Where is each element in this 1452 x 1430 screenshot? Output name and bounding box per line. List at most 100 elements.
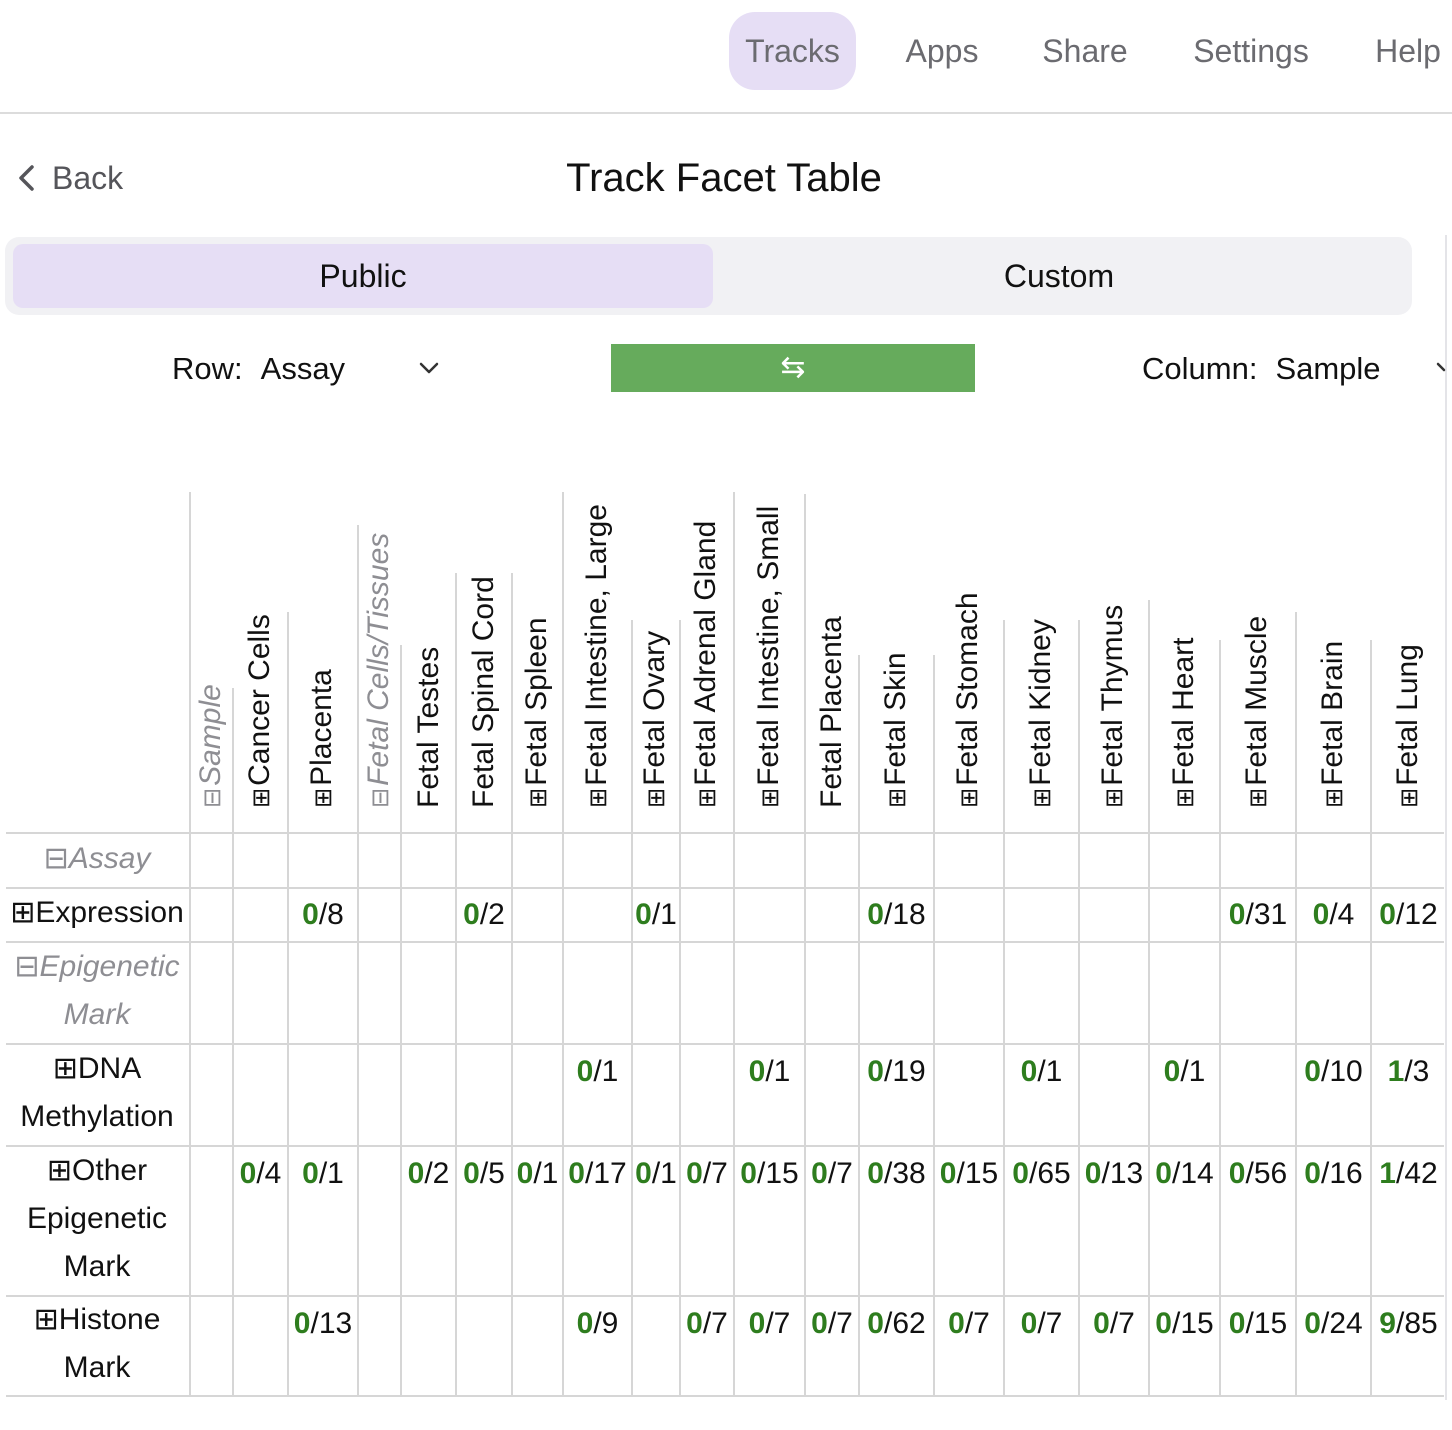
facet-count-cell[interactable]: 0/4 — [233, 1150, 288, 1198]
facet-count-cell[interactable]: 0/13 — [1079, 1150, 1149, 1198]
expand-icon[interactable]: ⊞ — [1166, 788, 1206, 808]
collapse-icon[interactable]: ⊟ — [361, 788, 401, 808]
back-button[interactable]: Back — [16, 150, 123, 206]
chevron-down-icon[interactable] — [418, 344, 440, 394]
facet-count-cell[interactable]: 0/7 — [805, 1300, 859, 1348]
facet-count-cell[interactable]: 0/19 — [859, 1048, 934, 1096]
row-header[interactable]: ⊞Expression — [6, 888, 188, 942]
row-header[interactable]: ⊞Histone Mark — [6, 1296, 188, 1396]
expand-icon[interactable]: ⊞ — [579, 788, 619, 808]
facet-count-cell[interactable]: 0/65 — [1004, 1150, 1079, 1198]
column-header[interactable]: ⊞Fetal Thymus — [1094, 440, 1134, 820]
expand-icon[interactable]: ⊞ — [519, 788, 559, 808]
chevron-down-icon[interactable] — [1436, 344, 1446, 394]
facet-count-cell[interactable]: 0/1 — [563, 1048, 632, 1096]
facet-count-cell[interactable]: 0/1 — [1149, 1048, 1220, 1096]
column-header[interactable]: ⊞Fetal Intestine, Small — [750, 440, 790, 820]
facet-count-cell[interactable]: 0/7 — [1004, 1300, 1079, 1348]
facet-count-cell[interactable]: 0/7 — [805, 1150, 859, 1198]
facet-count-cell[interactable]: 0/7 — [734, 1300, 805, 1348]
facet-count-cell[interactable]: 0/7 — [680, 1150, 734, 1198]
facet-count-cell[interactable]: 0/56 — [1220, 1150, 1296, 1198]
collapse-icon[interactable]: ⊟ — [193, 788, 233, 808]
expand-icon[interactable]: ⊞ — [688, 788, 728, 808]
facet-count-cell[interactable]: 0/8 — [288, 891, 358, 939]
facet-count-cell[interactable]: 0/15 — [934, 1150, 1004, 1198]
segment-custom[interactable]: Custom — [713, 244, 1405, 308]
column-header[interactable]: ⊞Fetal Ovary — [636, 440, 676, 820]
facet-count-cell[interactable]: 0/31 — [1220, 891, 1296, 939]
column-header[interactable]: ⊞Cancer Cells — [241, 440, 281, 820]
column-header[interactable]: Fetal Placenta — [812, 440, 852, 820]
column-header[interactable]: ⊞Fetal Lung — [1389, 440, 1429, 820]
facet-count-cell[interactable]: 0/1 — [288, 1150, 358, 1198]
column-header[interactable]: ⊞Fetal Heart — [1165, 440, 1205, 820]
column-header[interactable]: ⊞Fetal Stomach — [949, 440, 989, 820]
facet-count-cell[interactable]: 0/18 — [859, 891, 934, 939]
expand-icon[interactable]: ⊞ — [1315, 788, 1355, 808]
expand-icon[interactable]: ⊞ — [950, 788, 990, 808]
nav-tracks[interactable]: Tracks — [729, 12, 856, 90]
column-header[interactable]: ⊞Fetal Kidney — [1022, 440, 1062, 820]
facet-count-cell[interactable]: 0/1 — [512, 1150, 563, 1198]
expand-icon[interactable]: ⊞ — [1095, 788, 1135, 808]
segment-public[interactable]: Public — [13, 244, 713, 308]
column-header[interactable]: Fetal Testes — [409, 440, 449, 820]
row-header[interactable]: ⊞DNA Methylation — [6, 1044, 188, 1146]
column-header[interactable]: ⊞Fetal Muscle — [1238, 440, 1278, 820]
facet-count-cell[interactable]: 0/9 — [563, 1300, 632, 1348]
expand-icon[interactable]: ⊞ — [878, 788, 918, 808]
row-header[interactable]: ⊟Epigenetic Mark — [6, 942, 188, 1044]
facet-count-cell[interactable]: 0/14 — [1149, 1150, 1220, 1198]
column-header[interactable]: ⊞Fetal Brain — [1314, 440, 1354, 820]
facet-count-cell[interactable]: 0/15 — [734, 1150, 805, 1198]
facet-count-cell[interactable]: 0/1 — [632, 1150, 680, 1198]
facet-count-cell[interactable]: 1/42 — [1371, 1150, 1446, 1198]
column-select[interactable]: Column: Sample — [1142, 344, 1381, 394]
expand-icon[interactable]: ⊞ — [1390, 788, 1430, 808]
row-header[interactable]: ⊞Other Epigenetic Mark — [6, 1146, 188, 1296]
facet-count-cell[interactable]: 0/7 — [934, 1300, 1004, 1348]
column-header[interactable]: ⊞Placenta — [303, 440, 343, 820]
nav-settings[interactable]: Settings — [1178, 12, 1324, 90]
facet-count-cell[interactable]: 0/1 — [734, 1048, 805, 1096]
expand-icon[interactable]: ⊞ — [304, 788, 344, 808]
expand-icon[interactable]: ⊞ — [637, 788, 677, 808]
swap-axes-button[interactable]: ⇆ — [611, 344, 975, 392]
facet-count-cell[interactable]: 0/2 — [456, 891, 512, 939]
row-select[interactable]: Row: Assay — [172, 344, 345, 394]
expand-icon[interactable]: ⊞ — [751, 788, 791, 808]
facet-count-cell[interactable]: 0/15 — [1220, 1300, 1296, 1348]
column-header[interactable]: ⊟Sample — [192, 440, 232, 820]
facet-count-cell[interactable]: 0/62 — [859, 1300, 934, 1348]
nav-share[interactable]: Share — [1030, 12, 1140, 90]
facet-count-cell[interactable]: 0/17 — [563, 1150, 632, 1198]
row-header[interactable]: ⊟Assay — [6, 833, 188, 888]
facet-count-cell[interactable]: 0/2 — [401, 1150, 456, 1198]
facet-count-cell[interactable]: 0/1 — [1004, 1048, 1079, 1096]
column-header[interactable]: ⊟Fetal Cells/Tissues — [360, 440, 400, 820]
facet-count-cell[interactable]: 0/16 — [1296, 1150, 1371, 1198]
facet-count-cell[interactable]: 0/10 — [1296, 1048, 1371, 1096]
facet-count-cell[interactable]: 0/13 — [288, 1300, 358, 1348]
column-header[interactable]: ⊞Fetal Adrenal Gland — [687, 440, 727, 820]
column-header[interactable]: ⊞Fetal Spleen — [518, 440, 558, 820]
column-header[interactable]: ⊞Fetal Skin — [877, 440, 917, 820]
column-header[interactable]: ⊞Fetal Intestine, Large — [578, 440, 618, 820]
facet-count-cell[interactable]: 0/5 — [456, 1150, 512, 1198]
column-header[interactable]: Fetal Spinal Cord — [464, 440, 504, 820]
facet-count-cell[interactable]: 0/24 — [1296, 1300, 1371, 1348]
facet-count-cell[interactable]: 0/7 — [1079, 1300, 1149, 1348]
facet-count-cell[interactable]: 0/38 — [859, 1150, 934, 1198]
nav-help[interactable]: Help — [1360, 12, 1452, 90]
facet-count-cell[interactable]: 9/85 — [1371, 1300, 1446, 1348]
expand-icon[interactable]: ⊞ — [1023, 788, 1063, 808]
facet-count-cell[interactable]: 0/7 — [680, 1300, 734, 1348]
facet-count-cell[interactable]: 0/15 — [1149, 1300, 1220, 1348]
nav-apps[interactable]: Apps — [890, 12, 994, 90]
facet-count-cell[interactable]: 0/12 — [1371, 891, 1446, 939]
expand-icon[interactable]: ⊞ — [1239, 788, 1279, 808]
facet-count-cell[interactable]: 0/4 — [1296, 891, 1371, 939]
facet-count-cell[interactable]: 1/3 — [1371, 1048, 1446, 1096]
expand-icon[interactable]: ⊞ — [242, 788, 282, 808]
